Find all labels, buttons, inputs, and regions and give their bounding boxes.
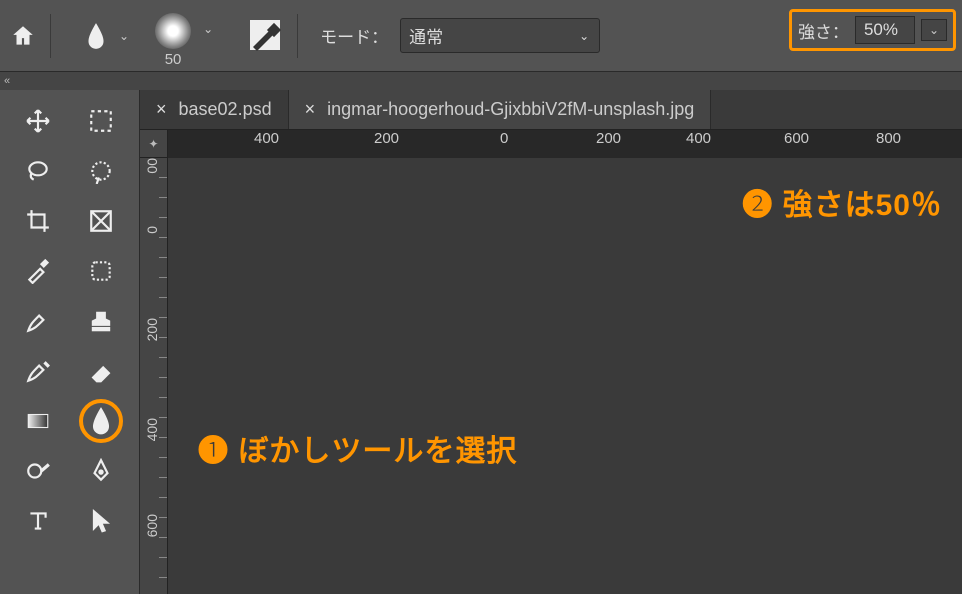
ruler-tick: 600: [144, 514, 160, 537]
ruler-origin[interactable]: ✦: [140, 130, 168, 158]
quick-selection-tool[interactable]: [70, 146, 134, 196]
ruler-tick: 200: [144, 318, 160, 341]
divider: [50, 14, 51, 58]
document-area: × base02.psd × ingmar-hoogerhoud-Gjixbbi…: [140, 90, 962, 594]
ruler-tick: 800: [876, 130, 901, 147]
eyedropper-tool[interactable]: [6, 246, 70, 296]
brush-tool[interactable]: [6, 296, 70, 346]
blur-tool-highlight-ring: [79, 399, 123, 443]
gradient-tool[interactable]: [6, 396, 70, 446]
path-selection-tool[interactable]: [70, 496, 134, 546]
home-icon[interactable]: [10, 23, 36, 49]
divider: [297, 14, 298, 58]
ruler-tick: 400: [254, 130, 279, 147]
history-brush-tool[interactable]: [6, 346, 70, 396]
brush-settings-button[interactable]: [249, 19, 283, 53]
ruler-tick: 600: [784, 130, 809, 147]
clone-stamp-tool[interactable]: [70, 296, 134, 346]
chevron-down-icon[interactable]: ⌄: [119, 29, 129, 43]
chevron-down-icon[interactable]: ⌄: [921, 19, 947, 41]
mode-select[interactable]: 通常 ⌄: [400, 18, 600, 53]
ruler-tick: 400: [144, 418, 160, 441]
lasso-tool[interactable]: [6, 146, 70, 196]
canvas[interactable]: ❷ 強さは50％ ❶ ぼかしツールを選択: [168, 158, 962, 594]
strength-control-highlight: 強さ： 50% ⌄: [789, 9, 956, 51]
dodge-tool[interactable]: [6, 446, 70, 496]
close-icon[interactable]: ×: [156, 99, 167, 120]
patch-tool[interactable]: [70, 246, 134, 296]
mode-value: 通常: [409, 23, 443, 48]
tab-title: ingmar-hoogerhoud-GjixbbiV2fM-unsplash.j…: [327, 99, 694, 120]
tab-title: base02.psd: [179, 99, 272, 120]
eraser-tool[interactable]: [70, 346, 134, 396]
panel-collapse-chevron[interactable]: «: [0, 72, 962, 90]
mode-label: モード：: [320, 23, 388, 48]
toolbox: [0, 90, 140, 594]
document-tabs: × base02.psd × ingmar-hoogerhoud-Gjixbbi…: [140, 90, 962, 130]
ruler-tick: 00: [144, 158, 160, 174]
pen-tool[interactable]: [70, 446, 134, 496]
vertical-ruler[interactable]: 00 0 200 400 600: [140, 158, 168, 594]
move-tool[interactable]: [6, 96, 70, 146]
annotation-2: ❷ 強さは50％: [742, 180, 942, 224]
blur-tool[interactable]: [70, 396, 134, 446]
main-area: × base02.psd × ingmar-hoogerhoud-Gjixbbi…: [0, 90, 962, 594]
marquee-tool[interactable]: [70, 96, 134, 146]
document-tab[interactable]: × ingmar-hoogerhoud-GjixbbiV2fM-unsplash…: [289, 90, 712, 129]
type-tool[interactable]: [6, 496, 70, 546]
ruler-tick: 200: [596, 130, 621, 147]
ruler-tick: 400: [686, 130, 711, 147]
current-tool-icon[interactable]: [85, 21, 107, 51]
strength-label: 強さ：: [798, 18, 849, 43]
annotation-1: ❶ ぼかしツールを選択: [198, 426, 517, 470]
ruler-tick: 0: [144, 226, 160, 234]
close-icon[interactable]: ×: [305, 99, 316, 120]
ruler-tick: 0: [500, 130, 508, 147]
strength-input[interactable]: 50%: [855, 16, 915, 44]
crop-tool[interactable]: [6, 196, 70, 246]
options-bar: ⌄ 50 ⌄ モード： 通常 ⌄ 強さ： 50% ⌄: [0, 0, 962, 72]
chevron-down-icon: ⌄: [579, 29, 589, 43]
chevron-down-icon[interactable]: ⌄: [203, 22, 213, 36]
frame-tool[interactable]: [70, 196, 134, 246]
brush-preset-picker[interactable]: 50: [155, 13, 191, 68]
document-tab[interactable]: × base02.psd: [140, 90, 289, 129]
brush-size-label: 50: [165, 51, 182, 68]
brush-preview-icon: [155, 13, 191, 49]
ruler-tick: 200: [374, 130, 399, 147]
